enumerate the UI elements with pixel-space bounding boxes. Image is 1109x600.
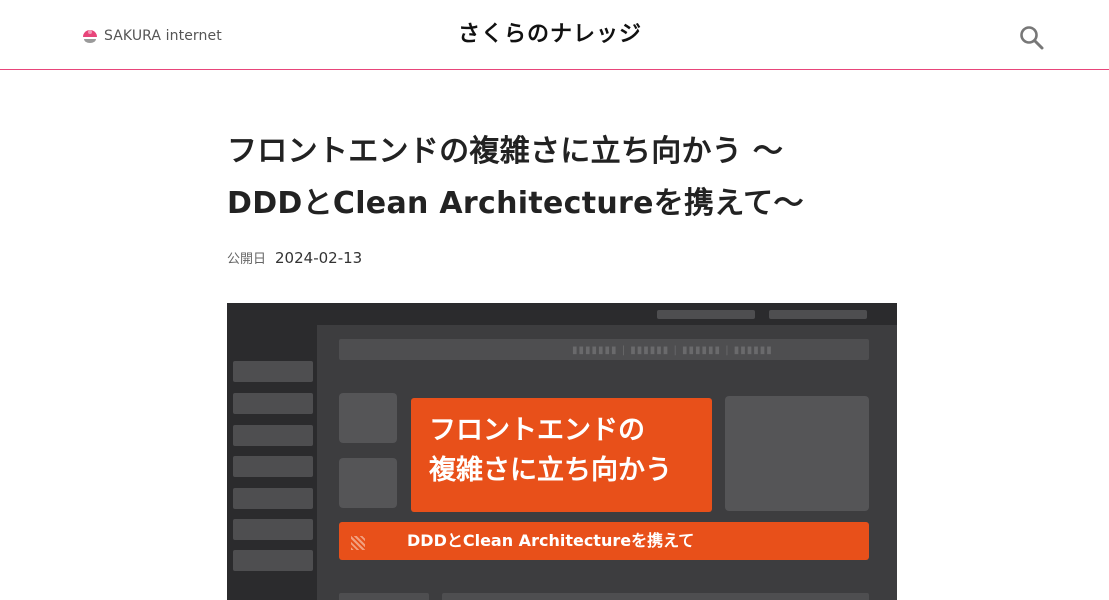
published-label: 公開日 — [227, 252, 267, 267]
hero-decoration — [339, 593, 429, 600]
brand-link[interactable]: SAKURA internet — [80, 26, 222, 46]
hero-sidebar-item — [233, 425, 313, 446]
search-button[interactable] — [1018, 24, 1046, 52]
sakura-logo-icon — [83, 30, 97, 43]
hero-thumbnail — [725, 396, 869, 511]
hero-decoration — [657, 310, 755, 319]
hero-thumbnail — [339, 393, 397, 443]
hero-subtitle-bar: DDDとClean Architectureを携えて — [339, 522, 869, 560]
hero-headline: フロントエンドの 複雑さに立ち向かう — [411, 398, 712, 512]
hero-sidebar-item — [233, 488, 313, 509]
article-title-line2: DDDとClean Architectureを携えて〜 — [227, 186, 804, 221]
hero-sidebar-item — [233, 519, 313, 540]
brand-text: SAKURA internet — [104, 28, 222, 44]
hero-subtitle: DDDとClean Architectureを携えて — [407, 531, 695, 550]
hero-sidebar-item — [233, 550, 313, 571]
hero-headline-line1: フロントエンドの — [429, 415, 645, 446]
hero-image: ▮▮▮▮▮▮▮ | ▮▮▮▮▮▮ | ▮▮▮▮▮▮ | ▮▮▮▮▮▮ フロントエ… — [227, 303, 897, 600]
hero-sidebar-item — [233, 456, 313, 477]
hero-thumbnail — [339, 458, 397, 508]
article-title-line1: フロントエンドの複雑さに立ち向かう 〜 — [227, 134, 784, 169]
site-header: SAKURA internet さくらのナレッジ — [0, 0, 1109, 70]
hero-decoration — [769, 310, 867, 319]
hero-sidebar-item — [233, 393, 313, 414]
hero-nav-text: ▮▮▮▮▮▮▮ | ▮▮▮▮▮▮ | ▮▮▮▮▮▮ | ▮▮▮▮▮▮ — [572, 345, 773, 356]
article-title: フロントエンドの複雑さに立ち向かう 〜 DDDとClean Architectu… — [227, 126, 867, 230]
published-date: 2024-02-13 — [275, 248, 363, 267]
site-title[interactable]: さくらのナレッジ — [458, 20, 668, 50]
hero-decoration — [442, 593, 869, 600]
hero-sidebar-item — [233, 361, 313, 382]
hero-headline-line2: 複雑さに立ち向かう — [429, 455, 672, 486]
article-meta: 公開日 2024-02-13 — [227, 248, 363, 268]
search-icon — [1020, 26, 1044, 50]
checker-icon — [351, 536, 365, 550]
